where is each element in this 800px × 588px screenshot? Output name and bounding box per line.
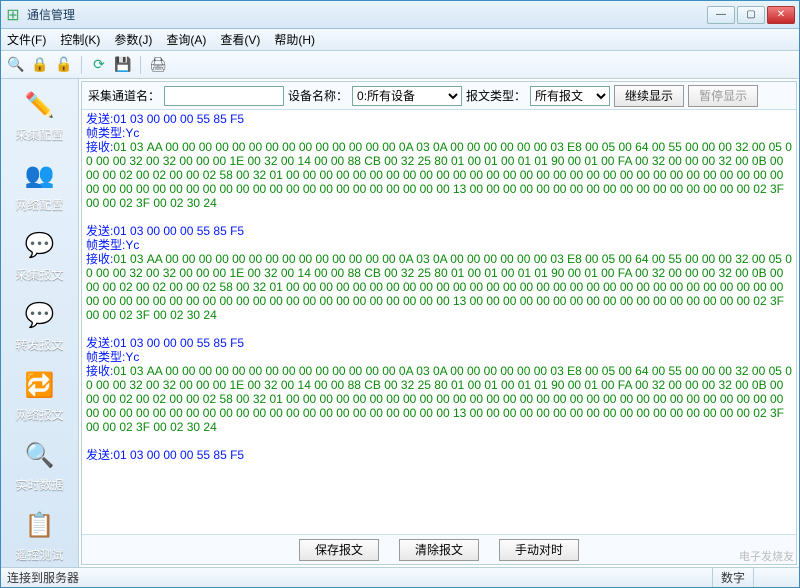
- unlock-icon[interactable]: 🔓: [55, 56, 73, 74]
- search-icon[interactable]: 🔍: [7, 56, 25, 74]
- sidebar-icon-3: 💬: [22, 297, 58, 333]
- device-label: 设备名称：: [288, 87, 348, 104]
- save-log-button[interactable]: 保存报文: [299, 539, 379, 561]
- channel-label: 采集通道名：: [88, 87, 160, 104]
- body: ✏️ 采集配置 👥 网络配置 💬 采集报文 💬 转发报文 🔁 网络报文 🔍 实时数据 📋 遥控测试 采集通…: [1, 79, 799, 567]
- device-select[interactable]: 0:所有设备: [352, 86, 462, 106]
- channel-select[interactable]: [164, 86, 284, 106]
- sidebar-item-2[interactable]: 💬 采集报文: [6, 227, 74, 283]
- sidebar-icon-4: 🔁: [22, 367, 58, 403]
- sidebar-item-0[interactable]: ✏️ 采集配置: [6, 87, 74, 143]
- menu-params[interactable]: 参数(J): [114, 31, 152, 48]
- sidebar-item-6[interactable]: 📋 遥控测试: [6, 507, 74, 563]
- toolbar: 🔍 🔒 🔓 ⟳ 💾 🖨: [1, 51, 799, 79]
- sidebar-label-5: 实时数据: [6, 476, 74, 493]
- save-icon[interactable]: 💾: [114, 56, 132, 74]
- sidebar-icon-2: 💬: [22, 227, 58, 263]
- statusbar: 连接到服务器 数字: [1, 567, 799, 587]
- filter-bar: 采集通道名： 设备名称： 0:所有设备 报文类型： 所有报文 继续显示 暂停显示: [82, 82, 796, 110]
- sidebar-label-2: 采集报文: [6, 266, 74, 283]
- log-recv-1: 接收:01 03 AA 00 00 00 00 00 00 00 00 00 0…: [86, 252, 792, 322]
- app-window: ⊞ 通信管理 — ▢ ✕ 文件(F) 控制(K) 参数(J) 查询(A) 查看(…: [0, 0, 800, 588]
- sidebar-icon-0: ✏️: [22, 87, 58, 123]
- window-title: 通信管理: [27, 6, 707, 23]
- log-tail: 发送:01 03 00 00 00 55 85 F5: [86, 448, 792, 462]
- titlebar: ⊞ 通信管理 — ▢ ✕: [1, 1, 799, 29]
- refresh-icon[interactable]: ⟳: [90, 56, 108, 74]
- sidebar-label-0: 采集配置: [6, 126, 74, 143]
- status-right: 数字: [712, 568, 753, 587]
- menubar: 文件(F) 控制(K) 参数(J) 查询(A) 查看(V) 帮助(H): [1, 29, 799, 51]
- log-send-1: 发送:01 03 00 00 00 55 85 F5: [86, 224, 792, 238]
- log-send-0: 发送:01 03 00 00 00 55 85 F5: [86, 112, 792, 126]
- sidebar-item-1[interactable]: 👥 网络配置: [6, 157, 74, 213]
- menu-query[interactable]: 查询(A): [166, 31, 206, 48]
- close-button[interactable]: ✕: [767, 6, 795, 24]
- log-view[interactable]: 发送:01 03 00 00 00 55 85 F5帧类型:Yc接收:01 03…: [82, 110, 796, 534]
- log-send-2: 发送:01 03 00 00 00 55 85 F5: [86, 336, 792, 350]
- pause-button[interactable]: 暂停显示: [688, 85, 758, 107]
- sidebar-label-1: 网络配置: [6, 196, 74, 213]
- menu-control[interactable]: 控制(K): [60, 31, 100, 48]
- toolbar-separator: [81, 56, 82, 74]
- toolbar-separator-2: [140, 56, 141, 74]
- minimize-button[interactable]: —: [707, 6, 735, 24]
- sidebar-label-3: 转发报文: [6, 336, 74, 353]
- status-left: 连接到服务器: [7, 569, 79, 586]
- app-icon: ⊞: [5, 7, 21, 23]
- log-frame-1: 帧类型:Yc: [86, 238, 792, 252]
- menu-file[interactable]: 文件(F): [7, 31, 46, 48]
- lock-icon[interactable]: 🔒: [31, 56, 49, 74]
- sidebar-icon-1: 👥: [22, 157, 58, 193]
- log-recv-2: 接收:01 03 AA 00 00 00 00 00 00 00 00 00 0…: [86, 364, 792, 434]
- sidebar-label-4: 网络报文: [6, 406, 74, 423]
- sidebar-item-3[interactable]: 💬 转发报文: [6, 297, 74, 353]
- msgtype-select[interactable]: 所有报文: [530, 86, 610, 106]
- sidebar-item-4[interactable]: 🔁 网络报文: [6, 367, 74, 423]
- sidebar-label-6: 遥控测试: [6, 546, 74, 563]
- main-panel: 采集通道名： 设备名称： 0:所有设备 报文类型： 所有报文 继续显示 暂停显示…: [81, 81, 797, 565]
- timesync-button[interactable]: 手动对时: [499, 539, 579, 561]
- log-frame-2: 帧类型:Yc: [86, 350, 792, 364]
- sidebar-item-5[interactable]: 🔍 实时数据: [6, 437, 74, 493]
- log-frame-0: 帧类型:Yc: [86, 126, 792, 140]
- bottom-bar: 保存报文 清除报文 手动对时: [82, 534, 796, 564]
- menu-help[interactable]: 帮助(H): [274, 31, 315, 48]
- print-icon[interactable]: 🖨: [149, 56, 167, 74]
- log-recv-0: 接收:01 03 AA 00 00 00 00 00 00 00 00 00 0…: [86, 140, 792, 210]
- clear-log-button[interactable]: 清除报文: [399, 539, 479, 561]
- continue-button[interactable]: 继续显示: [614, 85, 684, 107]
- sidebar: ✏️ 采集配置 👥 网络配置 💬 采集报文 💬 转发报文 🔁 网络报文 🔍 实时数据 📋 遥控测试: [1, 79, 79, 567]
- window-controls: — ▢ ✕: [707, 6, 795, 24]
- maximize-button[interactable]: ▢: [737, 6, 765, 24]
- sidebar-icon-6: 📋: [22, 507, 58, 543]
- msgtype-label: 报文类型：: [466, 87, 526, 104]
- menu-view[interactable]: 查看(V): [220, 31, 260, 48]
- status-spacer: [753, 568, 793, 587]
- sidebar-icon-5: 🔍: [22, 437, 58, 473]
